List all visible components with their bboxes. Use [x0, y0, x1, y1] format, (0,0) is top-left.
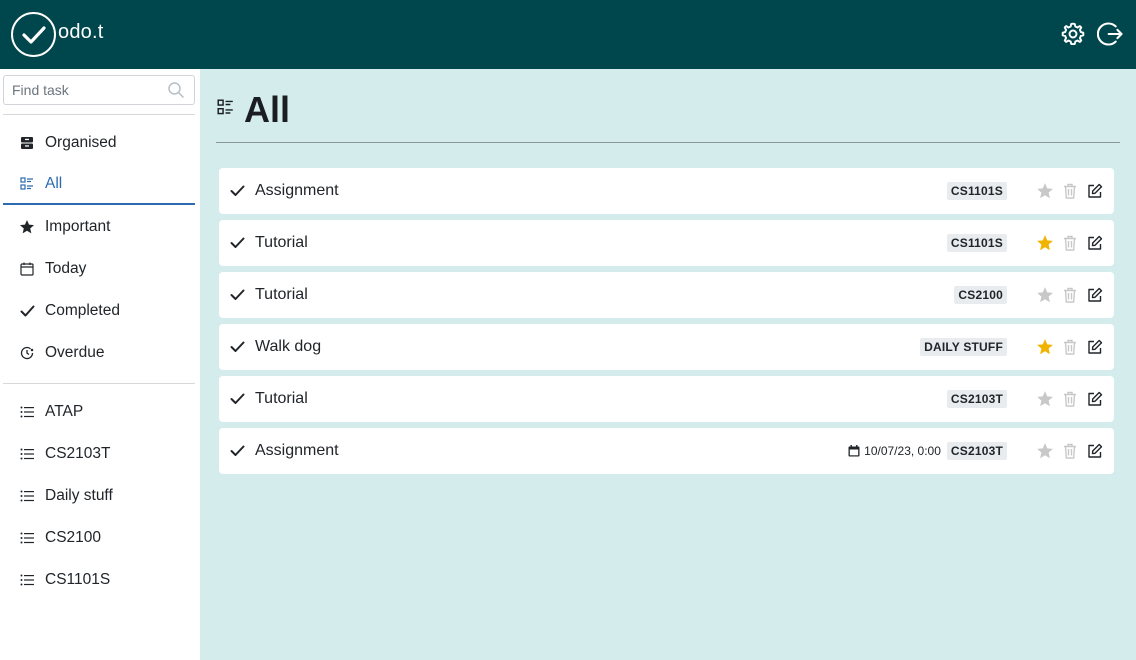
logout-icon: [1097, 22, 1123, 46]
star-icon[interactable]: [1036, 390, 1054, 408]
complete-check-icon[interactable]: [230, 235, 246, 251]
settings-button[interactable]: [1059, 20, 1087, 48]
sidebar-item-label: Completed: [45, 302, 120, 319]
trash-icon[interactable]: [1061, 390, 1079, 408]
calendar-icon: [848, 445, 860, 457]
gear-icon: [1061, 22, 1085, 46]
trash-icon[interactable]: [1061, 338, 1079, 356]
sidebar: Organised All Important Today Completed …: [0, 69, 200, 660]
task-row[interactable]: Tutorial CS2103T: [219, 376, 1114, 422]
star-icon[interactable]: [1036, 286, 1054, 304]
task-tag: DAILY STUFF: [920, 338, 1007, 356]
sidebar-list-cs2100[interactable]: CS2100: [3, 518, 195, 558]
complete-check-icon[interactable]: [230, 183, 246, 199]
task-tag: CS2103T: [946, 390, 1007, 408]
list-icon: [19, 446, 35, 462]
task-tag: CS1101S: [946, 234, 1007, 252]
logo-check-icon: [11, 12, 56, 57]
task-tag: CS2100: [954, 286, 1007, 304]
task-name[interactable]: Assignment: [255, 182, 947, 200]
list-icon: [19, 488, 35, 504]
title-divider: [216, 142, 1120, 143]
task-name[interactable]: Assignment: [255, 442, 848, 460]
due-date: 10/07/23, 0:00: [848, 444, 941, 458]
task-row[interactable]: Tutorial CS2100: [219, 272, 1114, 318]
sidebar-item-today[interactable]: Today: [3, 249, 195, 289]
trash-icon[interactable]: [1061, 234, 1079, 252]
complete-check-icon[interactable]: [230, 339, 246, 355]
sidebar-item-label: Overdue: [45, 344, 105, 361]
search-input[interactable]: [4, 76, 159, 104]
trash-icon[interactable]: [1061, 286, 1079, 304]
sidebar-item-label: Important: [45, 218, 111, 235]
sidebar-item-label: CS2100: [45, 529, 102, 546]
trash-icon[interactable]: [1061, 442, 1079, 460]
sidebar-item-all[interactable]: All: [3, 165, 195, 205]
list-icon: [19, 572, 35, 588]
star-icon[interactable]: [1036, 234, 1054, 252]
task-row[interactable]: Walk dog DAILY STUFF: [219, 324, 1114, 370]
calendar-icon: [19, 261, 35, 277]
sidebar-item-label: Daily stuff: [45, 487, 113, 504]
sidebar-list-daily-stuff[interactable]: Daily stuff: [3, 476, 195, 516]
list-icon: [19, 530, 35, 546]
complete-check-icon[interactable]: [230, 287, 246, 303]
star-icon: [19, 219, 35, 235]
edit-icon[interactable]: [1086, 182, 1104, 200]
star-icon[interactable]: [1036, 182, 1054, 200]
task-name[interactable]: Tutorial: [255, 390, 947, 408]
sidebar-list-cs1101s[interactable]: CS1101S: [3, 560, 195, 600]
logo-text: odo.t: [58, 21, 104, 43]
sidebar-item-label: CS2103T: [45, 445, 111, 462]
sidebar-list-cs2103t[interactable]: CS2103T: [3, 434, 195, 474]
edit-icon[interactable]: [1086, 442, 1104, 460]
complete-check-icon[interactable]: [230, 391, 246, 407]
sidebar-item-label: CS1101S: [45, 571, 111, 588]
sidebar-item-overdue[interactable]: Overdue: [3, 333, 195, 373]
list-details-icon: [217, 99, 234, 121]
logout-button[interactable]: [1097, 20, 1125, 48]
star-icon[interactable]: [1036, 338, 1054, 356]
sidebar-item-label: ATAP: [45, 403, 84, 420]
task-name[interactable]: Tutorial: [255, 234, 947, 252]
sidebar-item-label: Today: [45, 260, 87, 277]
task-name[interactable]: Walk dog: [255, 338, 920, 356]
sidebar-divider: [3, 114, 195, 115]
list-details-icon: [19, 176, 35, 192]
task-row[interactable]: Assignment CS1101S: [219, 168, 1114, 214]
list-icon: [19, 404, 35, 420]
sidebar-list-atap[interactable]: ATAP: [3, 392, 195, 432]
search-icon[interactable]: [167, 81, 185, 104]
task-tag: CS1101S: [946, 182, 1007, 200]
complete-check-icon[interactable]: [230, 443, 246, 459]
search-box: [3, 75, 195, 105]
star-icon[interactable]: [1036, 442, 1054, 460]
edit-icon[interactable]: [1086, 286, 1104, 304]
page-header: All: [217, 89, 290, 131]
archive-icon: [19, 135, 35, 151]
clock-icon: [19, 345, 35, 361]
top-bar: odo.t: [0, 0, 1136, 69]
edit-icon[interactable]: [1086, 234, 1104, 252]
trash-icon[interactable]: [1061, 182, 1079, 200]
sidebar-item-label: Organised: [45, 134, 117, 151]
edit-icon[interactable]: [1086, 390, 1104, 408]
app-logo[interactable]: odo.t: [11, 12, 103, 57]
task-name[interactable]: Tutorial: [255, 286, 954, 304]
sidebar-item-completed[interactable]: Completed: [3, 291, 195, 331]
edit-icon[interactable]: [1086, 338, 1104, 356]
sidebar-item-important[interactable]: Important: [3, 207, 195, 247]
sidebar-item-label: All: [45, 175, 63, 192]
task-tag: CS2103T: [946, 442, 1007, 460]
sidebar-item-organised[interactable]: Organised: [3, 123, 195, 163]
sidebar-divider: [3, 383, 195, 384]
task-row[interactable]: Assignment 10/07/23, 0:00 CS2103T: [219, 428, 1114, 474]
check-icon: [19, 303, 35, 319]
due-date-text: 10/07/23, 0:00: [864, 444, 941, 458]
page-title: All: [244, 89, 291, 130]
main-content: All Assignment CS1101S Tutorial CS1101S …: [200, 69, 1136, 660]
task-row[interactable]: Tutorial CS1101S: [219, 220, 1114, 266]
